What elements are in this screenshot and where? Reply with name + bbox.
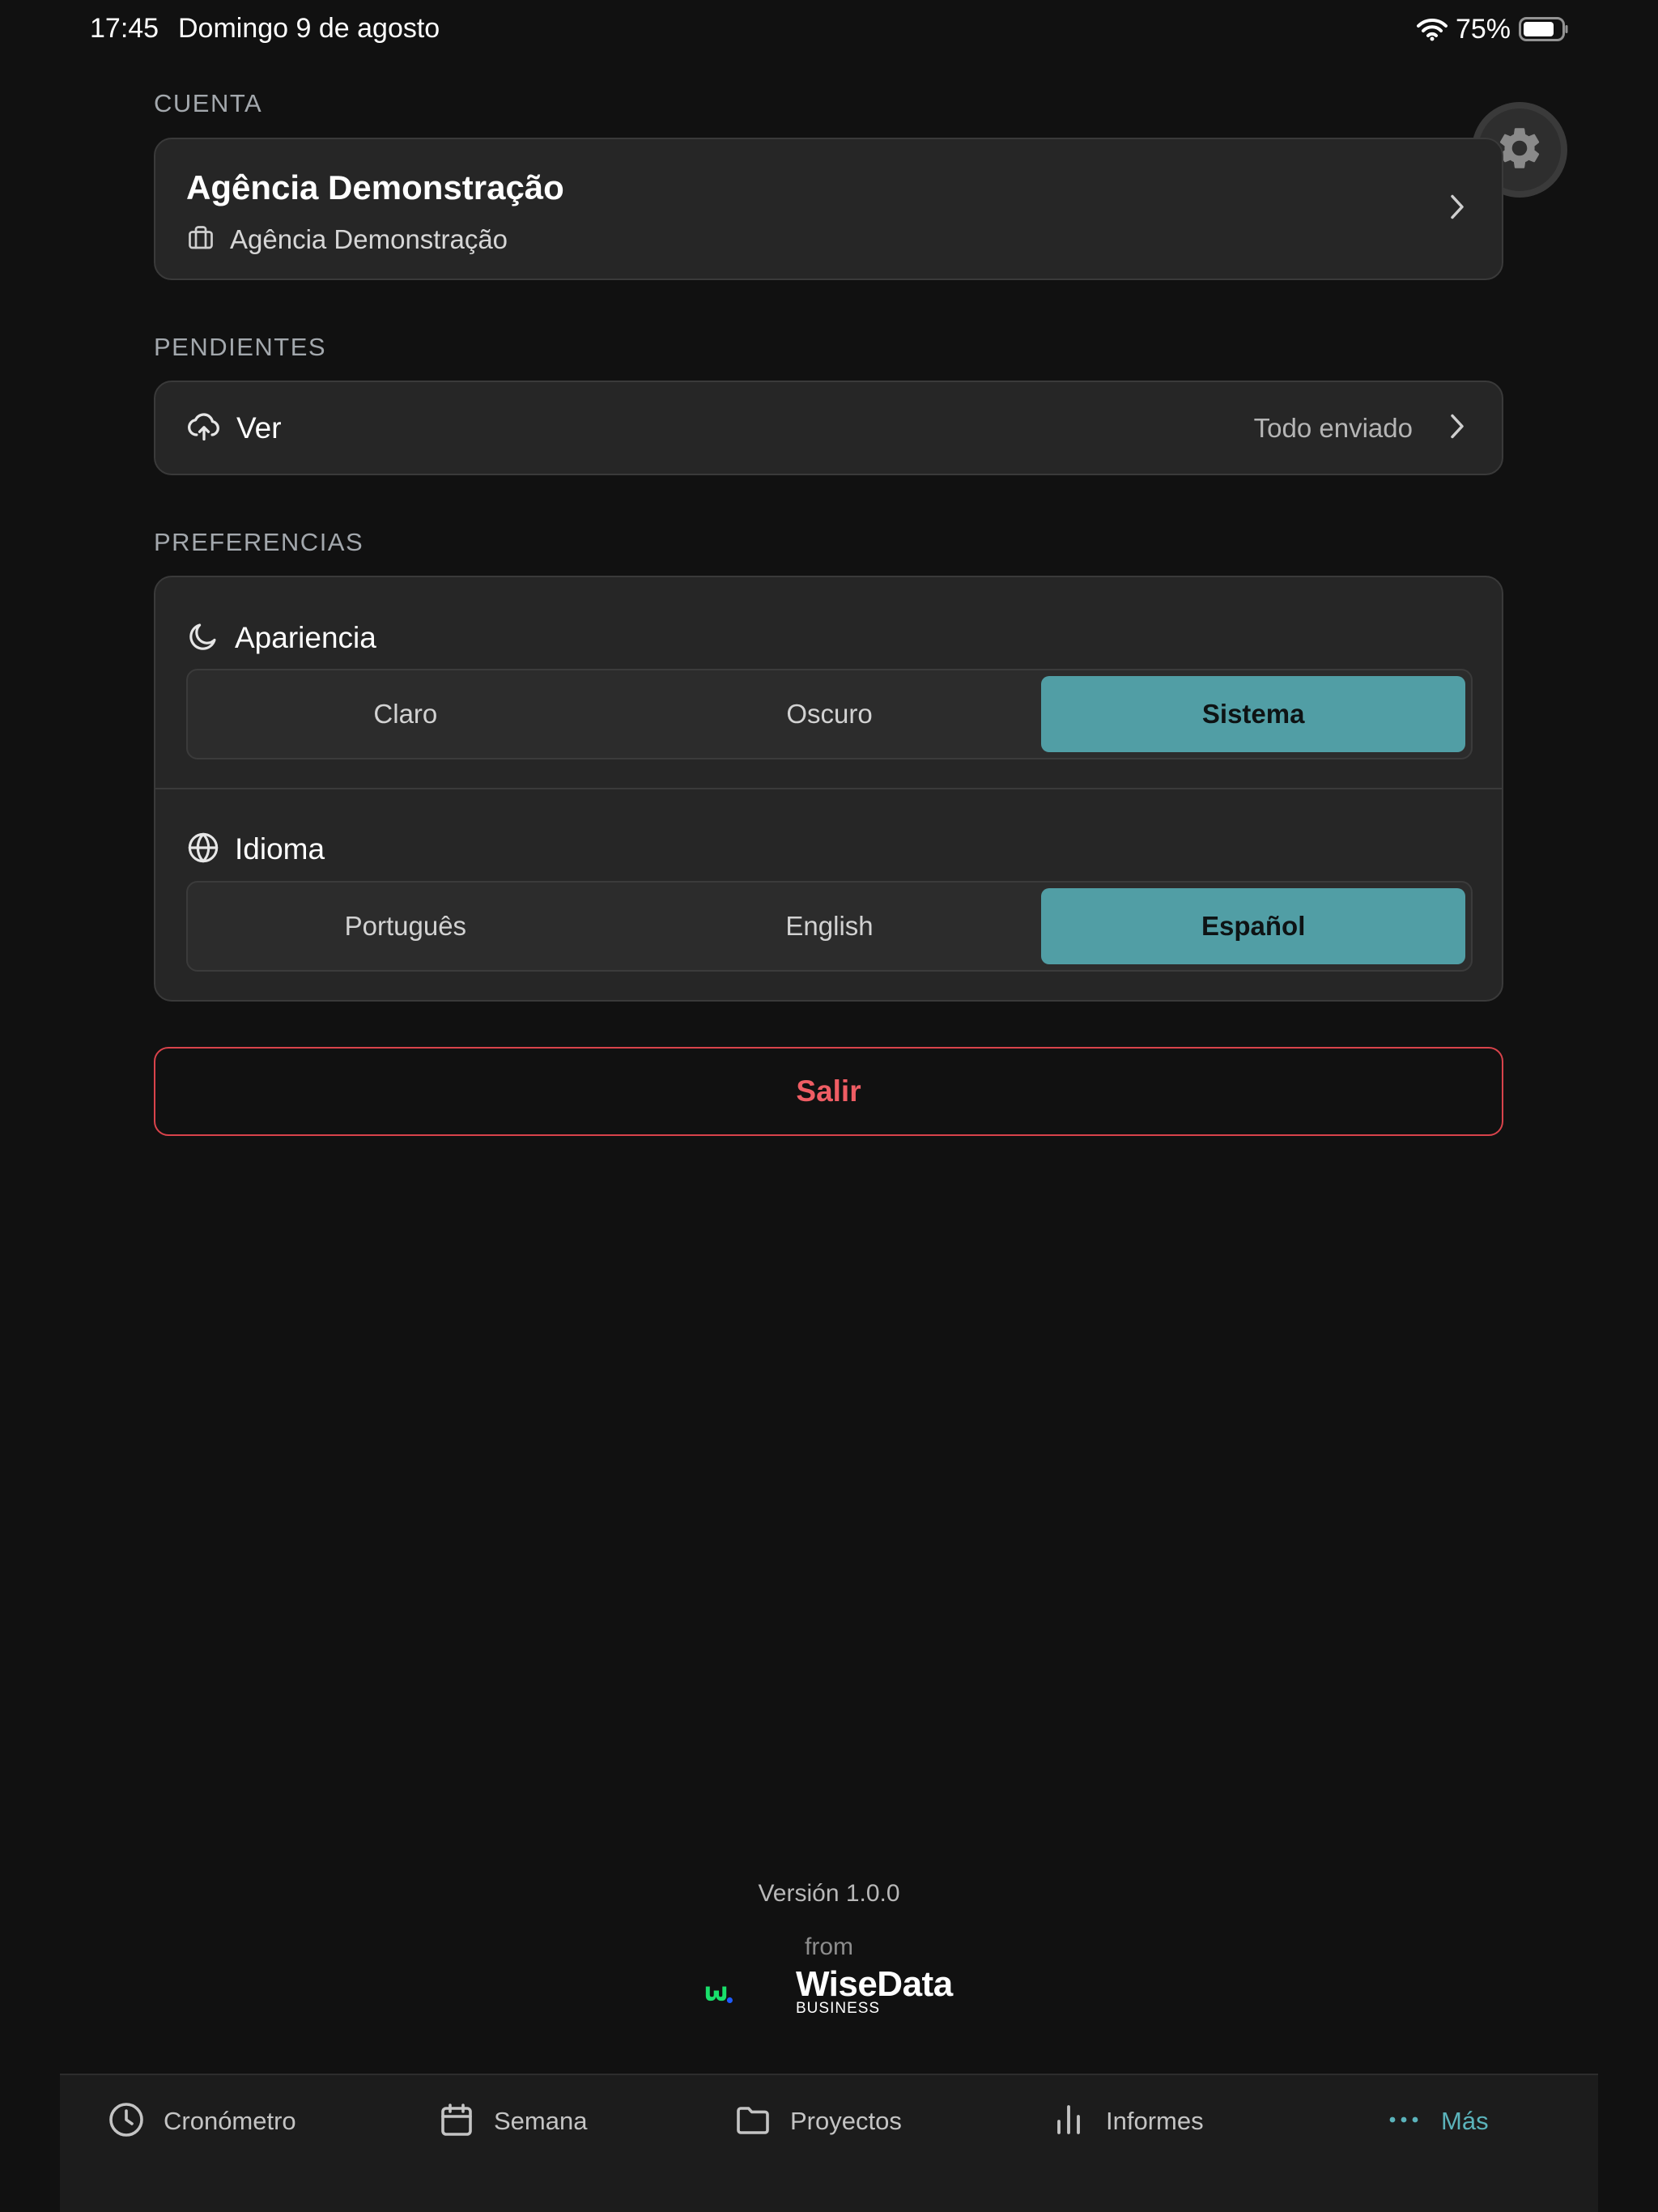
briefcase-icon bbox=[186, 223, 215, 257]
language-segmented-control: Português English Español bbox=[186, 881, 1473, 972]
appearance-segmented-control: Claro Oscuro Sistema bbox=[186, 669, 1473, 759]
pending-row: Ver bbox=[186, 382, 282, 474]
status-indicators: 75% bbox=[1416, 11, 1569, 47]
tab-informes[interactable]: Informes bbox=[1049, 2075, 1204, 2167]
pending-section-label: PENDIENTES bbox=[154, 333, 327, 361]
tab-label: Cronómetro bbox=[164, 2107, 296, 2135]
tab-semana[interactable]: Semana bbox=[437, 2075, 587, 2167]
account-card[interactable]: Agência Demonstração Agência Demonstraçã… bbox=[154, 138, 1503, 280]
calendar-icon bbox=[437, 2100, 476, 2143]
preferences-section-label: PREFERENCIAS bbox=[154, 528, 364, 556]
appearance-option-system[interactable]: Sistema bbox=[1041, 676, 1466, 752]
tab-label: Semana bbox=[494, 2107, 588, 2135]
app-version: Versión 1.0.0 bbox=[758, 1880, 900, 1907]
chevron-right-icon bbox=[1448, 412, 1466, 444]
brand-name: WiseData bbox=[796, 1964, 953, 2004]
more-dots-icon bbox=[1384, 2100, 1423, 2143]
account-organization: Agência Demonstração bbox=[230, 224, 508, 254]
globe-icon bbox=[186, 831, 220, 869]
account-section-label: CUENTA bbox=[154, 89, 263, 117]
language-title: Idioma bbox=[235, 832, 325, 866]
tab-label: Informes bbox=[1106, 2107, 1204, 2135]
appearance-option-dark[interactable]: Oscuro bbox=[618, 676, 1042, 752]
preferences-card: Apariencia Claro Oscuro Sistema Idioma P… bbox=[154, 576, 1503, 1002]
cloud-upload-icon bbox=[186, 408, 222, 448]
battery-percentage: 75% bbox=[1455, 13, 1511, 45]
tab-mas[interactable]: Más bbox=[1384, 2075, 1489, 2167]
folder-icon bbox=[733, 2100, 772, 2143]
tab-cronometro[interactable]: Cronómetro bbox=[107, 2075, 296, 2167]
moon-icon bbox=[186, 619, 220, 657]
brand-subtitle: BUSINESS bbox=[796, 2000, 881, 2017]
appearance-title: Apariencia bbox=[235, 621, 376, 654]
divider bbox=[155, 788, 1502, 789]
from-label: from bbox=[805, 1933, 853, 1960]
status-time: 17:45 bbox=[90, 13, 159, 44]
logout-button[interactable]: Salir bbox=[154, 1047, 1503, 1136]
pending-card[interactable]: Ver Todo enviado bbox=[154, 381, 1503, 475]
status-bar: 17:45 Domingo 9 de agosto 75% bbox=[0, 0, 1658, 58]
battery-icon bbox=[1519, 17, 1569, 41]
status-date: Domingo 9 de agosto bbox=[178, 13, 440, 44]
pending-status: Todo enviado bbox=[1253, 413, 1413, 443]
account-organization-row: Agência Demonstração bbox=[186, 222, 508, 257]
tab-proyectos[interactable]: Proyectos bbox=[733, 2075, 902, 2167]
wifi-icon bbox=[1416, 17, 1448, 41]
language-option-spanish[interactable]: Español bbox=[1041, 888, 1466, 964]
language-option-english[interactable]: English bbox=[618, 888, 1042, 964]
clock-icon bbox=[107, 2100, 146, 2143]
language-header: Idioma bbox=[186, 827, 325, 872]
account-name: Agência Demonstração bbox=[186, 168, 564, 206]
pending-view-label: Ver bbox=[236, 410, 282, 445]
language-option-portuguese[interactable]: Português bbox=[193, 888, 618, 964]
tab-label: Proyectos bbox=[790, 2107, 902, 2135]
appearance-option-light[interactable]: Claro bbox=[193, 676, 618, 752]
tab-bar: Cronómetro Semana Proyectos Informes Más bbox=[60, 2074, 1598, 2212]
appearance-header: Apariencia bbox=[186, 615, 376, 661]
settings-screen: 17:45 Domingo 9 de agosto 75% CUENTA Agê… bbox=[0, 0, 1658, 2212]
chevron-right-icon bbox=[1448, 194, 1466, 225]
bar-chart-icon bbox=[1049, 2100, 1088, 2143]
tab-label: Más bbox=[1441, 2107, 1489, 2135]
